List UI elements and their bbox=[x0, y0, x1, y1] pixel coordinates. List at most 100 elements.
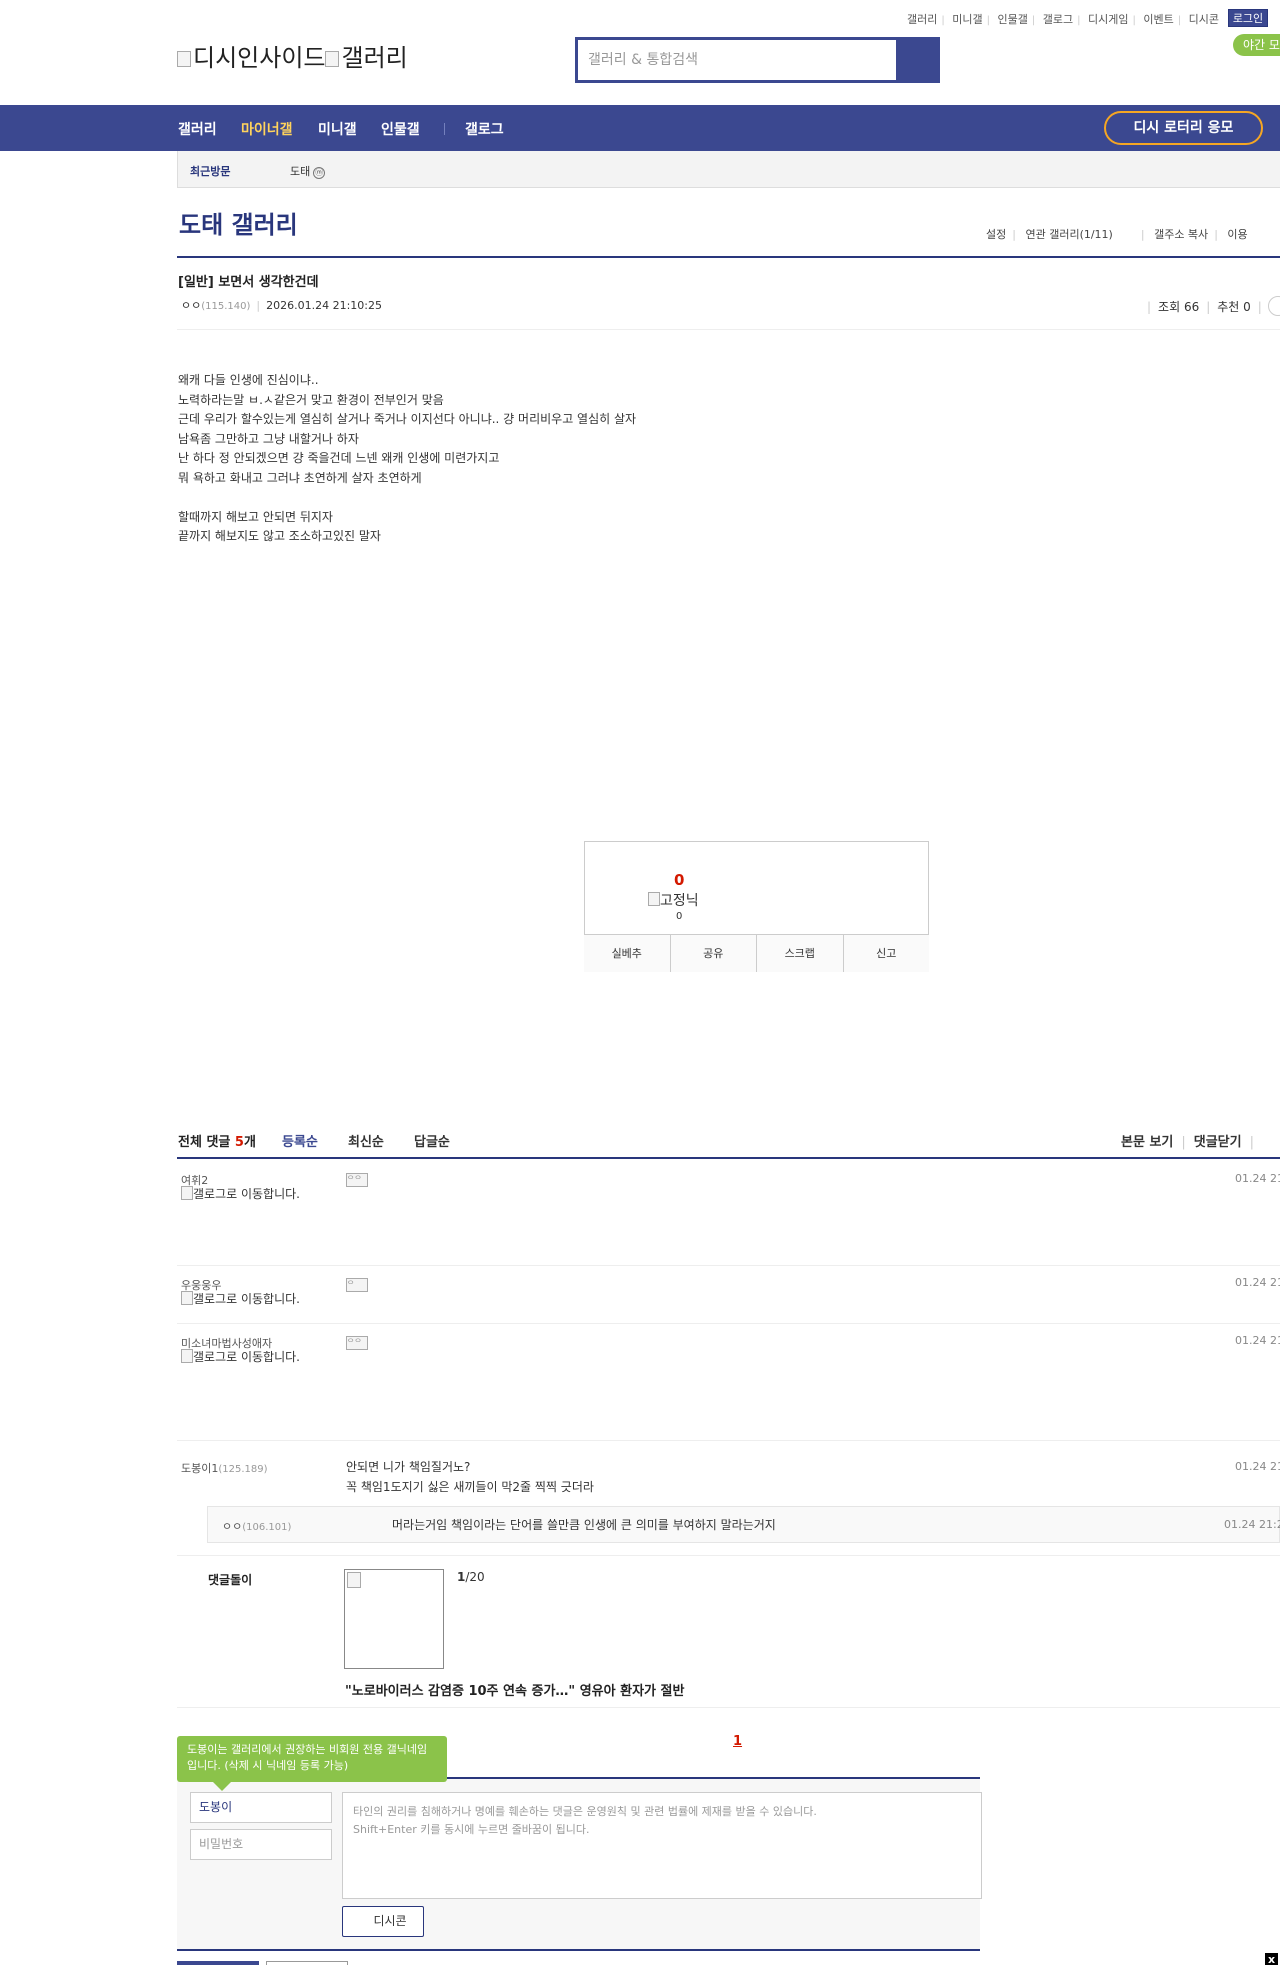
post-head-divider bbox=[177, 329, 1280, 330]
gallog-link-alt: 갤로그로 이동합니다. bbox=[193, 1292, 300, 1306]
comment-text-line: 꼭 책임1도지기 싫은 새끼들이 막2줄 찍찍 긋더라 bbox=[346, 1480, 594, 1494]
submit-and-recommend-button[interactable] bbox=[266, 1961, 348, 1965]
post-stats: | 조회 66 | 추천 0 | bbox=[1147, 300, 1262, 314]
util-link-event[interactable]: 이벤트 bbox=[1143, 13, 1173, 26]
gallog-link[interactable]: 갤로그로 이동합니다. bbox=[181, 1349, 311, 1364]
comment-total: 전체 댓글 5개 bbox=[178, 1131, 256, 1150]
post-body-line: 왜캐 다들 인생에 진심이냐.. bbox=[178, 373, 319, 387]
close-icon[interactable]: x bbox=[1265, 1953, 1278, 1965]
post-body-line bbox=[178, 488, 636, 508]
util-link-gallery[interactable]: 갤러리 bbox=[907, 13, 937, 26]
post-body-line: 뭐 욕하고 화내고 그러냐 초연하게 살자 초연하게 bbox=[178, 470, 422, 485]
logo-alt-dcinside: 디시인사이드 bbox=[193, 44, 326, 72]
comment-bot-label: 댓글돌이 bbox=[208, 1573, 253, 1587]
reply-date: 01.24 21:2 bbox=[1224, 1518, 1280, 1531]
recent-visit-bar bbox=[177, 151, 1280, 188]
sort-registered[interactable]: 등록순 bbox=[282, 1131, 318, 1150]
recent-visit-item[interactable]: 도태 ⓜ bbox=[290, 163, 326, 179]
broken-image-icon bbox=[181, 1186, 193, 1200]
search-icon[interactable] bbox=[906, 48, 930, 72]
comment-date: 01.24 21 bbox=[1235, 1276, 1280, 1289]
util-link-dcgame[interactable]: 디시게임 bbox=[1088, 13, 1128, 26]
nav-mini-gallery[interactable]: 미니갤 bbox=[318, 119, 357, 139]
comment-date: 01.24 21 bbox=[1235, 1460, 1280, 1473]
nickname-input[interactable]: 도봉이 bbox=[190, 1792, 332, 1823]
post-body-line: 노력하라는말 ㅂ.ㅅ같은거 맞고 환경이 전부인거 맞음 bbox=[178, 392, 444, 407]
gallog-link[interactable]: 갤로그로 이동합니다. bbox=[181, 1291, 311, 1306]
comment-date: 01.24 21 bbox=[1235, 1172, 1280, 1185]
password-input[interactable]: 비밀번호 bbox=[190, 1829, 332, 1860]
comment-page-current[interactable]: 1 bbox=[733, 1734, 742, 1749]
best-recommend-button[interactable]: 실베추 bbox=[584, 935, 671, 972]
post-date: 2026.01.24 21:10:25 bbox=[266, 299, 383, 312]
close-comments-button[interactable]: 댓글닫기 bbox=[1194, 1135, 1242, 1150]
sort-replies[interactable]: 답글순 bbox=[414, 1131, 450, 1150]
reply-nick-text: ㅇㅇ bbox=[222, 1520, 243, 1533]
post-writer-ip: (115.140) bbox=[201, 301, 251, 312]
comment-textarea[interactable]: 타인의 권리를 침해하거나 명예를 훼손하는 댓글은 운영원칙 및 관련 법률에… bbox=[342, 1792, 982, 1899]
comment-date: 01.24 21 bbox=[1235, 1334, 1280, 1347]
broken-image-icon bbox=[325, 51, 340, 67]
post-views: 조회 66 bbox=[1158, 300, 1200, 314]
nav-person-gallery[interactable]: 인물갤 bbox=[381, 119, 420, 139]
scrap-button[interactable]: 스크랩 bbox=[757, 935, 844, 972]
comment-textarea-hint: Shift+Enter 키를 동시에 누르면 줄바꿈이 됩니다. bbox=[353, 1823, 590, 1836]
nav-minor-gallery[interactable]: 마이너갤 bbox=[241, 119, 293, 139]
util-link-gallog[interactable]: 갤로그 bbox=[1043, 13, 1073, 26]
gallery-links: 설정 | 연관 갤러리(1/11) | 갤주소 복사 | 이용 bbox=[986, 228, 1248, 241]
logo-alt-gallery: 갤러리 bbox=[341, 44, 408, 72]
reply-nick[interactable]: ㅇㅇ(106.101) bbox=[222, 1518, 291, 1534]
gallery-title[interactable]: 도태 갤러리 bbox=[179, 205, 298, 240]
post-body-line: 근데 우리가 할수있는게 열심히 살거나 죽거나 이지선다 아니냐.. 걍 머리… bbox=[178, 412, 637, 426]
news-headline[interactable]: "노로바이러스 감염증 10주 연속 증가…" 영유아 환자가 절반 bbox=[345, 1680, 684, 1699]
copy-gallery-address-link[interactable]: 갤주소 복사 bbox=[1154, 228, 1208, 241]
share-button[interactable]: 공유 bbox=[670, 935, 757, 972]
submit-button[interactable] bbox=[177, 1961, 259, 1965]
post-writer-info: ㅇㅇ(115.140) | 2026.01.24 21:10:25 bbox=[181, 299, 383, 312]
recent-visit-label[interactable]: 최근방문 bbox=[190, 163, 230, 179]
comment-text-line: 안되면 니가 책임질거노? bbox=[346, 1460, 471, 1474]
post-title: [일반] 보면서 생각한건데 bbox=[178, 275, 319, 290]
top-utility-links: 갤러리 | 미니갤 | 인물갤 | 갤로그 | 디시게임 | 이벤트 | 디시콘 bbox=[907, 13, 1219, 26]
comment-head-divider bbox=[177, 1157, 1280, 1159]
lottery-button[interactable]: 디시 로터리 응모 bbox=[1104, 111, 1263, 145]
sort-latest[interactable]: 최신순 bbox=[348, 1131, 384, 1150]
comment-divider bbox=[177, 1323, 1280, 1324]
comment-dccon-image: ᄋᄋ bbox=[346, 1173, 368, 1187]
nav-gallog[interactable]: 갤로그 bbox=[465, 119, 504, 139]
dccon-button[interactable]: 디시콘 bbox=[342, 1906, 424, 1937]
util-link-persongall[interactable]: 인물갤 bbox=[998, 13, 1028, 26]
site-logo[interactable]: 디시인사이드 갤러리 bbox=[177, 38, 408, 73]
report-button[interactable]: 신고 bbox=[843, 935, 929, 972]
view-post-button[interactable]: 본문 보기 bbox=[1121, 1135, 1173, 1150]
news-page-total: /20 bbox=[465, 1570, 485, 1584]
post-body-line: 할때까지 해보고 안되면 뒤지자 bbox=[178, 509, 333, 524]
fixed-nick-recommend-button[interactable]: 고정닉 bbox=[648, 890, 699, 910]
news-thumbnail[interactable] bbox=[344, 1569, 444, 1669]
comment-ip: (125.189) bbox=[218, 1464, 268, 1475]
gallery-usage-link[interactable]: 이용 bbox=[1227, 228, 1247, 241]
search-input[interactable] bbox=[578, 40, 896, 80]
fixed-nick-alt: 고정닉 bbox=[660, 893, 699, 909]
broken-image-icon bbox=[181, 1349, 193, 1363]
post-body-line: 남욕좀 그만하고 그냥 내할거나 하자 bbox=[178, 431, 359, 446]
post-more-icon[interactable] bbox=[1268, 296, 1280, 316]
comment-write-bottom-divider bbox=[177, 1949, 980, 1951]
comment-divider bbox=[177, 1440, 1280, 1441]
night-mode-toggle[interactable]: 야간 모 bbox=[1233, 34, 1280, 56]
comment-nick[interactable]: 도봉이1(125.189) bbox=[181, 1460, 268, 1476]
nav-gallery[interactable]: 갤러리 bbox=[178, 119, 217, 139]
gallog-link[interactable]: 갤로그로 이동합니다. bbox=[181, 1186, 311, 1201]
login-button[interactable]: 로그인 bbox=[1228, 9, 1268, 27]
related-gallery-link[interactable]: 연관 갤러리(1/11) bbox=[1025, 228, 1112, 241]
comment-nick-text: 도봉이1 bbox=[181, 1462, 219, 1475]
reply-text: 머라는거임 책임이라는 단어를 쓸만큼 인생에 큰 의미를 부여하지 말라는거지 bbox=[392, 1518, 776, 1532]
comment-actions: 본문 보기 | 댓글닫기 | bbox=[1121, 1135, 1254, 1150]
recommend-count: 0 bbox=[674, 871, 685, 889]
comment-divider bbox=[177, 1555, 1280, 1556]
post-writer-nick[interactable]: ㅇㅇ bbox=[181, 299, 201, 312]
gallery-settings-link[interactable]: 설정 bbox=[986, 228, 1006, 241]
broken-image-icon bbox=[648, 892, 660, 906]
util-link-minigall[interactable]: 미니갤 bbox=[952, 13, 982, 26]
util-link-dccon[interactable]: 디시콘 bbox=[1189, 13, 1219, 26]
